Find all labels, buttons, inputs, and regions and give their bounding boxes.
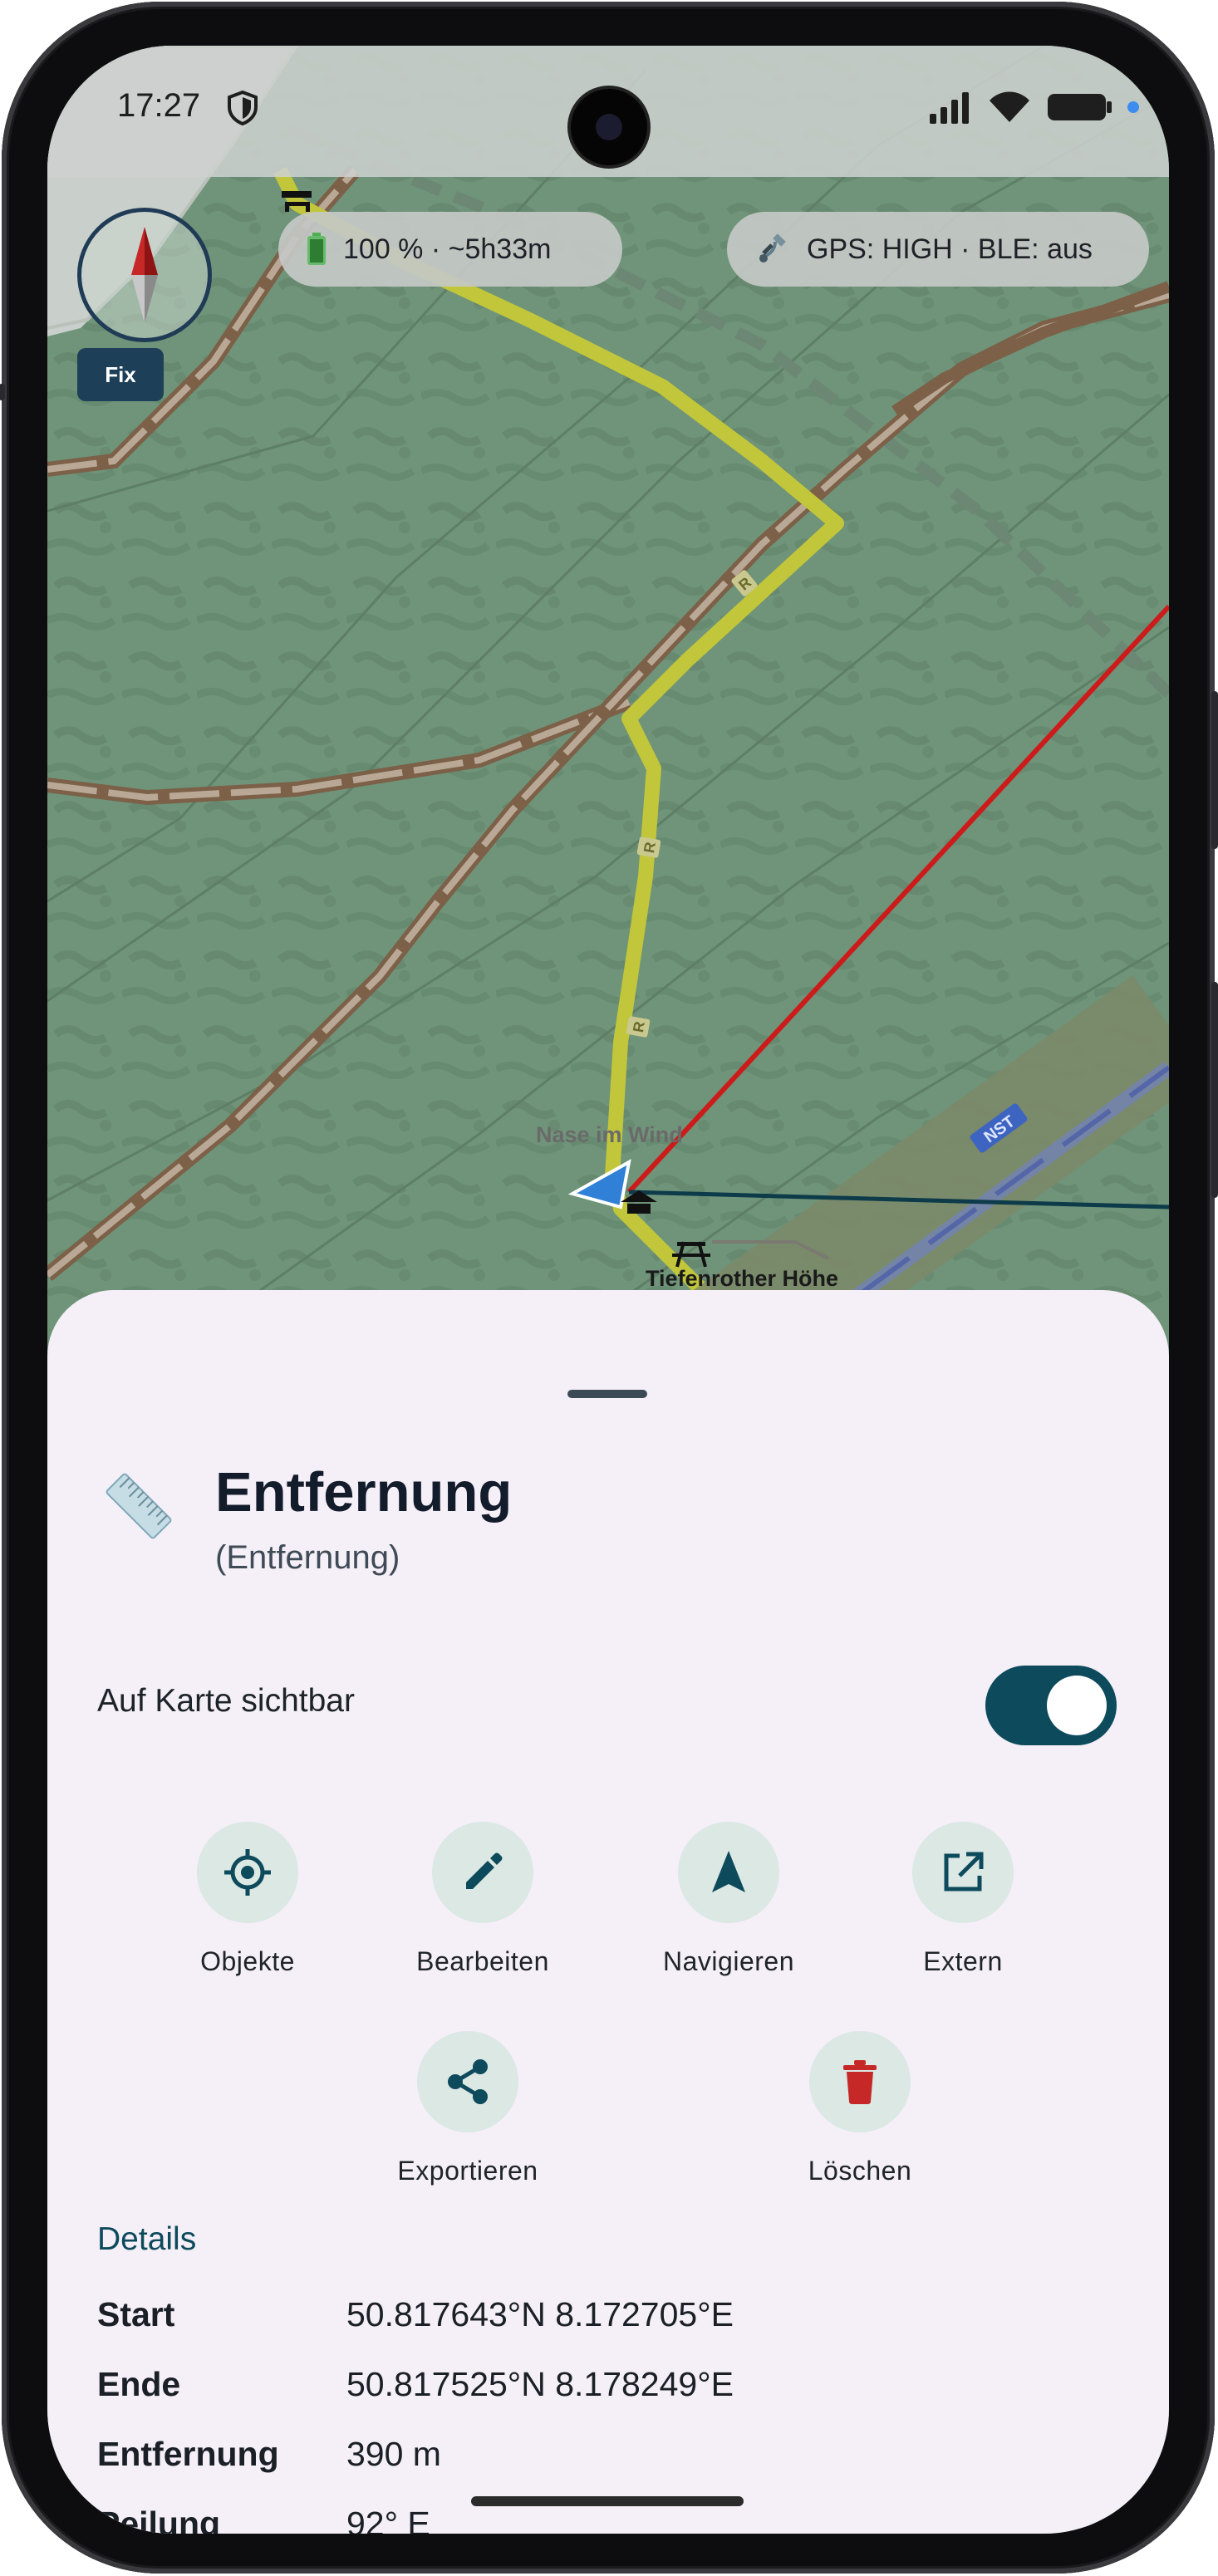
privacy-indicator [1127,101,1139,113]
visible-on-map-label: Auf Karte sichtbar [97,1683,355,1719]
open-external-icon [944,1852,984,1892]
screen: R R R NST Nase im Wind Tiefenrother Höhe… [47,46,1169,2534]
navigate-button[interactable] [678,1822,779,1923]
detail-key: Peilung [97,2505,221,2534]
battery-icon [1048,94,1112,120]
detail-value: 390 m [346,2435,441,2473]
detail-value: 50.817525°N 8.178249°E [346,2365,734,2403]
signal-icon [930,92,969,124]
battery-pill[interactable]: 100 % · ~5h33m [278,212,622,287]
home-indicator[interactable] [471,2496,744,2506]
navigate-label: Navigieren [663,1946,794,1976]
detail-key: Start [97,2295,175,2333]
peak-label: Nase im Wind [536,1122,683,1147]
fix-badge[interactable]: Fix [77,348,164,401]
shield-icon [228,90,258,126]
export-button[interactable] [417,2031,518,2132]
pencil-icon [466,1852,503,1889]
detail-value: 50.817643°N 8.172705°E [346,2295,734,2333]
external-label: Extern [923,1946,1003,1976]
front-camera [571,89,647,165]
delete-button[interactable] [809,2031,911,2132]
delete-action[interactable]: Löschen [760,2031,960,2186]
details-heading: Details [97,2221,197,2257]
trash-icon [843,2060,877,2104]
ruler-icon [106,1473,172,1539]
objects-action[interactable]: Objekte [148,1822,347,1977]
delete-label: Löschen [808,2156,912,2186]
satellite-icon [759,233,786,263]
navigation-arrow-icon [712,1851,745,1892]
volume-button [1211,982,1218,1198]
sheet-title: Entfernung [215,1461,513,1524]
objects-button[interactable] [197,1822,298,1923]
objects-label: Objekte [200,1946,295,1976]
crosshair-icon [224,1849,271,1896]
status-time: 17:27 [117,87,201,124]
compass-needle-icon [131,227,158,323]
place-label: Tiefenrother Höhe [646,1266,839,1291]
share-icon [448,2059,488,2104]
gps-pill[interactable]: GPS: HIGH · BLE: aus [727,212,1149,287]
external-action[interactable]: Extern [863,1822,1063,1977]
details-sheet: Entfernung (Entfernung) Auf Karte sichtb… [47,1290,1169,2534]
status-bar: 17:27 [47,46,1169,177]
toggle-knob [1047,1676,1107,1735]
battery-icon [307,233,326,265]
status-icons [928,91,1139,124]
map-view[interactable]: R R R NST Nase im Wind Tiefenrother Höhe… [47,46,1169,1392]
navigate-action[interactable]: Navigieren [629,1822,828,1977]
edit-action[interactable]: Bearbeiten [383,1822,582,1977]
edit-button[interactable] [432,1822,533,1923]
export-action[interactable]: Exportieren [368,2031,567,2186]
detail-value: 92° E [346,2505,430,2534]
side-button-left [0,384,5,400]
detail-key: Entfernung [97,2435,279,2473]
drag-handle[interactable] [567,1390,647,1398]
wifi-icon [990,91,1029,122]
power-button [1211,691,1218,849]
edit-label: Bearbeiten [416,1946,549,1976]
external-button[interactable] [912,1822,1014,1923]
visible-on-map-toggle[interactable] [985,1666,1117,1745]
sheet-subtitle: (Entfernung) [215,1539,400,1576]
detail-key: Ende [97,2365,181,2403]
export-label: Exportieren [397,2156,538,2186]
gps-status: GPS: HIGH · BLE: aus [807,233,1093,265]
battery-status: 100 % · ~5h33m [343,233,552,265]
compass-button[interactable] [77,208,212,342]
